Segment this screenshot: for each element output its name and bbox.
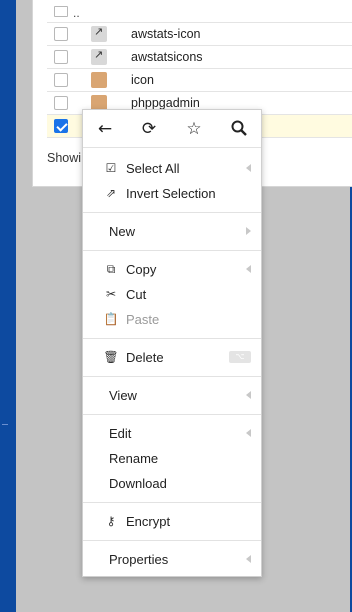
folder-outline-icon	[54, 6, 68, 17]
symlink-icon	[91, 25, 107, 42]
submenu-arrow-icon	[246, 265, 251, 273]
menu-item-delete[interactable]: 🗑 Delete ⌥	[83, 345, 261, 369]
row-checkbox-checked[interactable]	[54, 119, 68, 133]
menu-item-label: Cut	[126, 287, 147, 302]
submenu-arrow-icon	[246, 555, 251, 563]
back-arrow-icon[interactable]: ←	[95, 119, 115, 139]
menu-item-label: Edit	[109, 426, 132, 441]
menu-item-invert-selection[interactable]: ⇗ Invert Selection	[83, 181, 261, 205]
frame-tick	[2, 424, 8, 425]
menu-item-cut[interactable]: ✂ Cut	[83, 282, 261, 306]
row-checkbox[interactable]	[54, 96, 68, 110]
folder-icon	[91, 72, 107, 88]
file-row[interactable]: icon	[47, 69, 352, 92]
search-icon[interactable]	[229, 119, 249, 139]
menu-item-download[interactable]: Download	[83, 471, 261, 495]
menu-item-edit[interactable]: Edit	[83, 421, 261, 445]
menu-item-label: New	[109, 224, 136, 239]
context-menu: ← ⟳ ☆ ☑ Select All ⇗ Invert Selection Ne…	[82, 109, 262, 577]
menu-divider	[83, 338, 261, 339]
updir-row[interactable]: ..	[47, 0, 352, 23]
updir-label: ..	[73, 6, 80, 20]
context-menu-toolbar: ← ⟳ ☆	[83, 110, 261, 148]
menu-divider	[83, 212, 261, 213]
encrypt-icon: ⚷	[106, 514, 116, 528]
menu-item-label: Copy	[126, 262, 157, 277]
scissors-icon: ✂	[105, 287, 117, 301]
menu-item-label: Delete	[126, 350, 164, 365]
menu-item-label: Select All	[126, 161, 180, 176]
menu-divider	[83, 376, 261, 377]
file-name[interactable]: awstatsicons	[131, 50, 203, 64]
submenu-arrow-icon	[246, 164, 251, 172]
row-checkbox[interactable]	[54, 27, 68, 41]
paste-icon: 📋	[103, 312, 119, 326]
share-square-icon: ⇗	[105, 186, 117, 200]
menu-item-label: Encrypt	[126, 514, 171, 529]
menu-item-view[interactable]: View	[83, 383, 261, 407]
window-frame-left	[0, 0, 16, 612]
showing-count-text: Showi	[47, 151, 82, 165]
menu-item-encrypt[interactable]: ⚷ Encrypt	[83, 509, 261, 533]
symlink-icon	[91, 48, 107, 65]
menu-item-label: Invert Selection	[126, 186, 216, 201]
menu-item-label: Paste	[126, 312, 160, 327]
checkbox-check-icon: ☑	[105, 161, 117, 175]
shortcut-key-badge: ⌥	[229, 351, 251, 363]
file-name[interactable]: icon	[131, 73, 154, 87]
star-icon[interactable]: ☆	[184, 119, 204, 139]
menu-item-paste[interactable]: 📋 Paste	[83, 307, 261, 331]
menu-divider	[83, 540, 261, 541]
file-row[interactable]: awstatsicons	[47, 46, 352, 69]
menu-item-label: View	[109, 388, 137, 403]
menu-item-label: Properties	[109, 552, 169, 567]
refresh-icon[interactable]: ⟳	[139, 119, 159, 139]
menu-item-copy[interactable]: ⧉ Copy	[83, 257, 261, 281]
row-checkbox[interactable]	[54, 50, 68, 64]
menu-divider	[83, 414, 261, 415]
file-name[interactable]: phppgadmin	[131, 96, 200, 110]
submenu-arrow-icon	[246, 429, 251, 437]
menu-item-new[interactable]: New	[83, 219, 261, 243]
file-row[interactable]: awstats-icon	[47, 23, 352, 46]
menu-item-properties[interactable]: Properties	[83, 547, 261, 571]
file-name[interactable]: awstats-icon	[131, 27, 200, 41]
submenu-arrow-icon	[246, 227, 251, 235]
menu-item-label: Download	[109, 476, 167, 491]
row-checkbox[interactable]	[54, 73, 68, 87]
menu-divider	[83, 502, 261, 503]
menu-divider	[83, 250, 261, 251]
menu-item-rename[interactable]: Rename	[83, 446, 261, 470]
copy-icon: ⧉	[106, 262, 116, 276]
menu-item-label: Rename	[109, 451, 159, 466]
trash-icon: 🗑	[103, 350, 119, 364]
submenu-arrow-icon	[246, 391, 251, 399]
menu-item-select-all[interactable]: ☑ Select All	[83, 156, 261, 180]
